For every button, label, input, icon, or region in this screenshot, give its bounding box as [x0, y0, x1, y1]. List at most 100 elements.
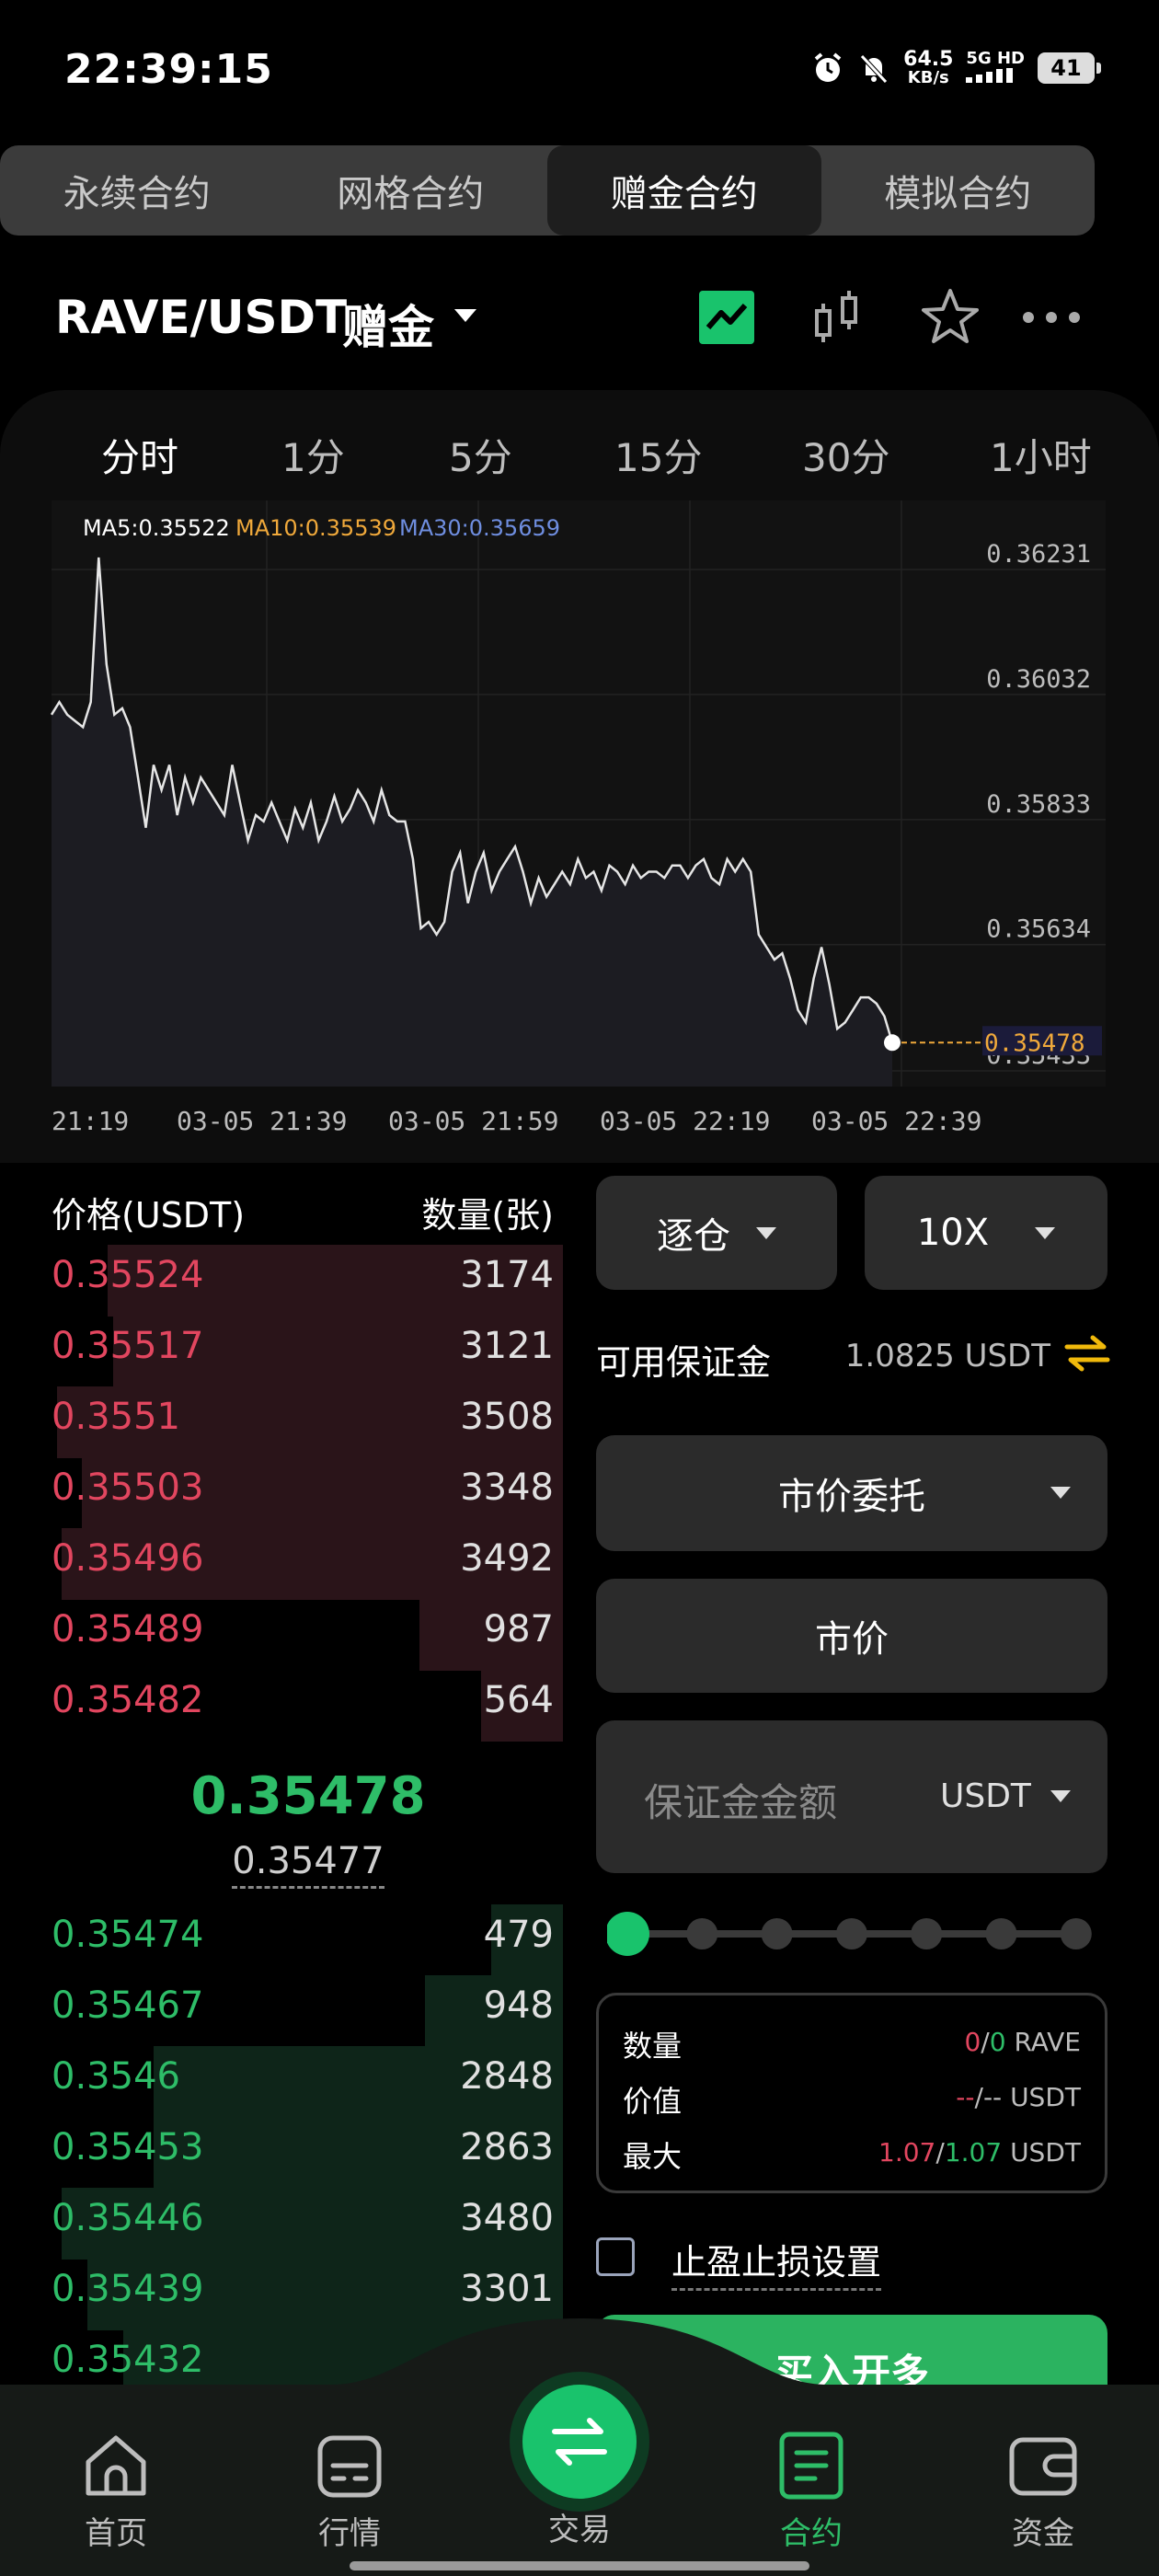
trade-fab-inner: [522, 2385, 637, 2499]
bid-row[interactable]: 0.35453 2863: [52, 2117, 563, 2189]
price-chart[interactable]: MA5:0.35522 MA10:0.35539 MA30:0.35659 0.…: [0, 500, 1159, 1163]
ask-row[interactable]: 0.35517 3121: [52, 1316, 563, 1387]
y-tick-label: 0.35833: [986, 790, 1091, 819]
bid-row[interactable]: 0.35439 3301: [52, 2259, 563, 2330]
row-qty: 3492: [460, 1537, 554, 1580]
last-trade-price[interactable]: 0.35478: [0, 1766, 616, 1826]
summary-max-label: 最大: [623, 2139, 683, 2174]
summary-value-label: 价值: [623, 2084, 683, 2119]
status-bar: 22:39:15 64.5 KB/s 5G HD 41: [0, 0, 1159, 138]
order-summary: 数量 0/0 RAVE 价值 --/-- USDT 最大 1.07/1.07 U…: [596, 1993, 1107, 2193]
summary-max-row: 最大 1.07/1.07 USDT: [623, 2126, 1081, 2174]
ma30-label: MA30:0.35659: [399, 515, 560, 541]
transfer-icon[interactable]: [1063, 1330, 1111, 1376]
nav-assets[interactable]: 资金: [979, 2429, 1107, 2553]
order-type-select[interactable]: 市价委托: [596, 1435, 1107, 1551]
row-price: 0.35489: [52, 1608, 204, 1650]
contract-icon: [779, 2432, 843, 2500]
summary-qty-unit: RAVE: [1014, 2027, 1081, 2057]
tab-interval-30m[interactable]: 30分: [802, 427, 889, 483]
star-icon[interactable]: [918, 285, 982, 350]
tab-interval-1m[interactable]: 1分: [281, 427, 345, 483]
chart-card: 分时 1分 5分 15分 30分 1小时 MA5:0.35522 MA10:0.…: [0, 390, 1159, 1163]
bid-row[interactable]: 0.35446 3480: [52, 2188, 563, 2260]
status-time: 22:39:15: [64, 46, 273, 93]
pair-tag[interactable]: 赠金: [342, 291, 434, 357]
ask-row[interactable]: 0.3551 3508: [52, 1386, 563, 1458]
leverage-label: 10X: [916, 1212, 990, 1254]
x-tick-label: 03-05 21:39: [177, 1106, 347, 1136]
net-type: 5G HD: [966, 49, 1025, 68]
contract-type-tabs: 永续合约 网格合约 赠金合约 模拟合约: [0, 145, 1095, 236]
tab-demo[interactable]: 模拟合约: [821, 145, 1096, 236]
orderbook-price-header: 价格(USDT): [52, 1195, 246, 1236]
bid-row[interactable]: 0.35474 479: [52, 1904, 563, 1976]
slider-step: [686, 1918, 718, 1949]
tab-bonus[interactable]: 赠金合约: [547, 145, 821, 236]
summary-qty-row: 数量 0/0 RAVE: [623, 2016, 1081, 2064]
row-price: 0.35482: [52, 1679, 204, 1721]
price-mode-field[interactable]: 市价: [596, 1579, 1107, 1693]
ma5-label: MA5:0.35522: [83, 515, 230, 541]
ask-row[interactable]: 0.35524 3174: [52, 1245, 563, 1317]
tab-interval-5m[interactable]: 5分: [449, 427, 512, 483]
available-margin-value: 1.0825 USDT: [844, 1338, 1050, 1374]
available-margin-row: 可用保证金 1.0825 USDT: [596, 1330, 1111, 1383]
bid-row[interactable]: 0.35467 948: [52, 1975, 563, 2047]
ask-row[interactable]: 0.35503 3348: [52, 1457, 563, 1529]
row-price: 0.35496: [52, 1537, 204, 1580]
row-qty: 987: [483, 1608, 554, 1650]
tab-grid[interactable]: 网格合约: [274, 145, 548, 236]
row-qty: 3508: [460, 1396, 554, 1438]
tpsl-checkbox[interactable]: [596, 2237, 635, 2276]
wallet-icon: [1009, 2437, 1077, 2496]
leverage-select[interactable]: 10X: [865, 1176, 1107, 1290]
candlestick-icon[interactable]: [808, 285, 872, 350]
trade-fab-button[interactable]: [510, 2372, 649, 2512]
summary-value-row: 价值 --/-- USDT: [623, 2071, 1081, 2119]
nav-assets-label: 资金: [1012, 2515, 1074, 2552]
row-price: 0.35453: [52, 2126, 204, 2168]
row-qty: 3480: [460, 2197, 554, 2239]
x-tick-label: 03-05 22:39: [811, 1106, 981, 1136]
x-tick-label: 21:19: [52, 1106, 129, 1136]
row-price: 0.3551: [52, 1396, 180, 1438]
pair-dropdown-icon[interactable]: [454, 309, 476, 322]
ask-row[interactable]: 0.35482 564: [52, 1670, 563, 1742]
last-price-tag: 0.35478: [984, 1029, 1085, 1057]
summary-qty-long: 0: [964, 2027, 981, 2057]
row-qty: 3301: [460, 2268, 554, 2310]
row-qty: 3348: [460, 1466, 554, 1509]
price-mode-label: 市价: [815, 1618, 889, 1661]
pair-name[interactable]: RAVE/USDT: [55, 291, 347, 344]
amount-unit-label[interactable]: USDT: [940, 1777, 1031, 1815]
swap-icon: [552, 2418, 607, 2466]
ask-row[interactable]: 0.35489 987: [52, 1599, 563, 1671]
summary-max-unit: USDT: [1010, 2137, 1081, 2168]
tab-interval-15m[interactable]: 15分: [614, 427, 702, 483]
nav-market[interactable]: 行情: [285, 2429, 414, 2553]
ask-row[interactable]: 0.35496 3492: [52, 1528, 563, 1600]
summary-max-long: 1.07: [878, 2137, 936, 2168]
chevron-down-icon: [756, 1226, 776, 1239]
nav-contract[interactable]: 合约: [747, 2429, 876, 2553]
tab-interval-1h[interactable]: 1小时: [990, 427, 1092, 483]
row-qty: 948: [483, 1984, 554, 2027]
bid-row[interactable]: 0.3546 2848: [52, 2046, 563, 2118]
chevron-down-icon: [1035, 1226, 1056, 1239]
tab-perpetual[interactable]: 永续合约: [0, 145, 274, 236]
tpsl-label[interactable]: 止盈止损设置: [671, 2234, 882, 2291]
mark-price[interactable]: 0.35477: [0, 1840, 616, 1889]
pair-header: RAVE/USDT 赠金: [0, 276, 1159, 368]
row-price: 0.35446: [52, 2197, 204, 2239]
margin-mode-select[interactable]: 逐仓: [596, 1176, 837, 1290]
summary-value-unit: USDT: [1010, 2082, 1081, 2112]
margin-amount-input[interactable]: 保证金金额 USDT: [596, 1720, 1107, 1873]
line-chart-icon[interactable]: [695, 285, 760, 350]
more-icon[interactable]: [1019, 285, 1084, 350]
nav-home[interactable]: 首页: [52, 2429, 180, 2553]
tab-interval-timeshare[interactable]: 分时: [101, 427, 178, 483]
chevron-down-icon[interactable]: [1050, 1790, 1071, 1802]
nav-home-label: 首页: [85, 2515, 147, 2552]
amount-slider[interactable]: [607, 1906, 1104, 1961]
